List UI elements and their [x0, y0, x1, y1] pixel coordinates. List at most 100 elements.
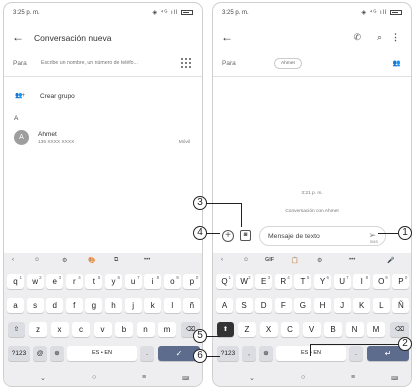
- hide-keyboard-icon[interactable]: ⌄: [40, 374, 46, 382]
- key-i[interactable]: I8: [353, 274, 371, 289]
- key-z[interactable]: z: [29, 322, 47, 337]
- key-f[interactable]: f: [65, 298, 83, 313]
- symbols-key[interactable]: ?123: [217, 346, 239, 361]
- key-a[interactable]: A: [216, 298, 233, 313]
- home-icon[interactable]: ○: [92, 374, 96, 381]
- message-input[interactable]: Mensaje de texto ➢ SMS: [259, 226, 386, 246]
- key-a[interactable]: a: [7, 298, 24, 313]
- space-key[interactable]: ES • EN: [67, 346, 137, 361]
- more-icon[interactable]: •••: [349, 257, 355, 263]
- globe-icon[interactable]: ⊕: [259, 346, 273, 361]
- key-j[interactable]: J: [333, 298, 351, 313]
- resize-icon[interactable]: ⧉: [114, 257, 118, 264]
- key-i[interactable]: i8: [144, 274, 162, 289]
- key-c[interactable]: C: [281, 322, 299, 337]
- key-ñ[interactable]: ñ: [183, 298, 201, 313]
- key-e[interactable]: e3: [46, 274, 64, 289]
- key-m[interactable]: m: [158, 322, 176, 337]
- key-c[interactable]: c: [72, 322, 90, 337]
- globe-icon[interactable]: ⊕: [50, 346, 64, 361]
- key-h[interactable]: h: [105, 298, 122, 313]
- recipient-chip[interactable]: Ahmet: [274, 58, 302, 69]
- home-icon[interactable]: ○: [301, 374, 305, 381]
- key-l[interactable]: L: [372, 298, 390, 313]
- shift-key[interactable]: ⇧: [8, 322, 25, 337]
- add-people-icon[interactable]: 👥: [393, 59, 401, 67]
- key-u[interactable]: U7: [333, 274, 351, 289]
- attach-plus-icon[interactable]: +: [222, 230, 234, 242]
- theme-icon[interactable]: 🎨: [88, 257, 95, 264]
- at-key[interactable]: @: [33, 346, 47, 361]
- key-o[interactable]: o9: [163, 274, 181, 289]
- key-g[interactable]: g: [85, 298, 103, 313]
- shift-key-active[interactable]: ⬆: [217, 322, 234, 337]
- collapse-icon[interactable]: ‹: [221, 257, 223, 263]
- key-x[interactable]: X: [259, 322, 278, 337]
- key-q[interactable]: q1: [7, 274, 24, 289]
- key-k[interactable]: k: [144, 298, 162, 313]
- key-h[interactable]: H: [314, 298, 331, 313]
- gallery-icon[interactable]: ◙: [240, 230, 251, 241]
- key-m[interactable]: M: [367, 322, 385, 337]
- key-l[interactable]: l: [163, 298, 181, 313]
- backspace-key[interactable]: ⌫: [390, 322, 409, 337]
- contact-list-item[interactable]: A Ahmet 135 XXXX XXXX Móvil: [11, 129, 202, 151]
- key-g[interactable]: G: [294, 298, 312, 313]
- search-icon[interactable]: ⌕: [377, 32, 382, 43]
- key-p[interactable]: p0: [183, 274, 201, 289]
- clipboard-icon[interactable]: 📋: [291, 257, 298, 264]
- dialpad-icon[interactable]: [181, 58, 191, 68]
- key-y[interactable]: Y6: [314, 274, 331, 289]
- create-group-button[interactable]: 👥+ Crear grupo: [13, 89, 202, 105]
- period-key[interactable]: .: [140, 346, 154, 361]
- key-x[interactable]: x: [50, 322, 69, 337]
- gif-button[interactable]: GIF: [265, 257, 274, 263]
- back-arrow-icon[interactable]: ←: [12, 31, 24, 43]
- key-ñ[interactable]: Ñ: [392, 298, 410, 313]
- key-t[interactable]: t5: [85, 274, 103, 289]
- emoji-icon[interactable]: ☺: [243, 257, 249, 263]
- back-arrow-icon[interactable]: ←: [221, 31, 233, 43]
- key-e[interactable]: E3: [255, 274, 273, 289]
- emoji-icon[interactable]: ☺: [34, 257, 40, 263]
- key-u[interactable]: u7: [124, 274, 142, 289]
- recents-icon[interactable]: ≡: [142, 374, 146, 381]
- key-t[interactable]: T5: [294, 274, 312, 289]
- hide-keyboard-icon[interactable]: ⌄: [249, 374, 255, 382]
- key-d[interactable]: d: [46, 298, 64, 313]
- key-s[interactable]: S: [235, 298, 253, 313]
- collapse-icon[interactable]: ‹: [12, 257, 14, 263]
- key-b[interactable]: B: [324, 322, 342, 337]
- keyboard-switch-icon[interactable]: ⌨: [182, 376, 189, 382]
- key-y[interactable]: y6: [105, 274, 122, 289]
- key-w[interactable]: W2: [235, 274, 253, 289]
- key-z[interactable]: Z: [238, 322, 256, 337]
- more-options-icon[interactable]: ⋮: [391, 32, 400, 43]
- phone-call-icon[interactable]: ✆: [353, 32, 361, 43]
- key-p[interactable]: P0: [392, 274, 410, 289]
- comma-key[interactable]: ,: [242, 346, 256, 361]
- key-n[interactable]: N: [345, 322, 364, 337]
- recipient-input[interactable]: [41, 60, 151, 66]
- key-q[interactable]: Q1: [216, 274, 233, 289]
- recents-icon[interactable]: ≡: [351, 374, 355, 381]
- key-v[interactable]: V: [302, 322, 321, 337]
- more-icon[interactable]: •••: [144, 257, 150, 263]
- microphone-icon[interactable]: 🎤: [387, 257, 394, 264]
- key-o[interactable]: O9: [372, 274, 390, 289]
- key-n[interactable]: n: [136, 322, 155, 337]
- key-r[interactable]: r4: [65, 274, 83, 289]
- key-b[interactable]: b: [115, 322, 133, 337]
- key-s[interactable]: s: [26, 298, 44, 313]
- keyboard-switch-icon[interactable]: ⌨: [391, 376, 398, 382]
- key-d[interactable]: D: [255, 298, 273, 313]
- symbols-key[interactable]: ?123: [8, 346, 30, 361]
- settings-icon[interactable]: ⚙: [62, 257, 67, 264]
- key-w[interactable]: w2: [26, 274, 44, 289]
- settings-icon[interactable]: ⚙: [317, 257, 322, 264]
- key-k[interactable]: K: [353, 298, 371, 313]
- period-key[interactable]: .: [349, 346, 363, 361]
- key-r[interactable]: R4: [274, 274, 292, 289]
- key-j[interactable]: j: [124, 298, 142, 313]
- key-v[interactable]: v: [93, 322, 112, 337]
